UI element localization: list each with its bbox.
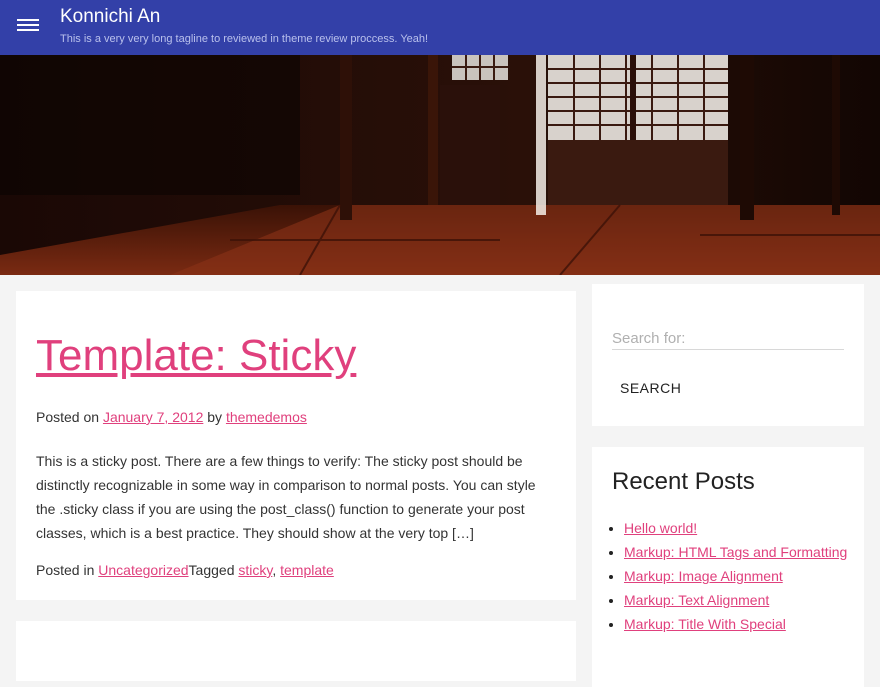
post-title[interactable]: Template: Sticky	[36, 331, 356, 381]
post-excerpt: This is a sticky post. There are a few t…	[36, 453, 536, 541]
site-header: Konnichi An This is a very very long tag…	[0, 0, 880, 55]
posted-in-label: Posted in	[36, 562, 95, 578]
list-item: Markup: Image Alignment	[624, 564, 864, 588]
category-link[interactable]: Uncategorized	[98, 562, 188, 578]
sticky-post-card: Template: Sticky Posted on January 7, 20…	[16, 291, 576, 600]
recent-post-link[interactable]: Hello world!	[624, 520, 697, 536]
header-image	[0, 55, 880, 275]
recent-posts-title: Recent Posts	[612, 468, 755, 495]
post-date-link[interactable]: January 7, 2012	[103, 409, 203, 425]
post-footer-meta: Posted in UncategorizedTagged sticky, te…	[36, 562, 334, 578]
list-item: Markup: HTML Tags and Formatting	[624, 540, 864, 564]
tagged-label: Tagged	[188, 562, 235, 578]
site-title[interactable]: Konnichi An	[60, 6, 160, 28]
by-label: by	[207, 409, 223, 425]
post-author-link[interactable]: themedemos	[226, 409, 307, 425]
menu-icon[interactable]	[17, 16, 39, 36]
site-tagline: This is a very very long tagline to revi…	[60, 33, 429, 45]
search-input[interactable]	[612, 327, 844, 350]
next-post-card	[16, 621, 576, 681]
recent-post-link[interactable]: Markup: HTML Tags and Formatting	[624, 544, 847, 560]
post-meta: Posted on January 7, 2012 by themedemos	[36, 409, 307, 425]
tag-link-sticky[interactable]: sticky	[238, 562, 272, 578]
recent-posts-widget: Recent Posts Hello world! Markup: HTML T…	[592, 447, 864, 687]
recent-post-link[interactable]: Markup: Title With Special	[624, 616, 786, 632]
list-item: Hello world!	[624, 516, 864, 540]
posted-on-label: Posted on	[36, 409, 100, 425]
search-widget: SEARCH	[592, 284, 864, 426]
tag-separator: ,	[272, 562, 281, 578]
recent-post-link[interactable]: Markup: Image Alignment	[624, 568, 783, 584]
recent-post-link[interactable]: Markup: Text Alignment	[624, 592, 769, 608]
recent-posts-list: Hello world! Markup: HTML Tags and Forma…	[612, 516, 864, 636]
list-item: Markup: Text Alignment	[624, 588, 864, 612]
search-button[interactable]: SEARCH	[612, 377, 689, 399]
tag-link-template[interactable]: template	[280, 562, 334, 578]
list-item: Markup: Title With Special	[624, 612, 864, 636]
